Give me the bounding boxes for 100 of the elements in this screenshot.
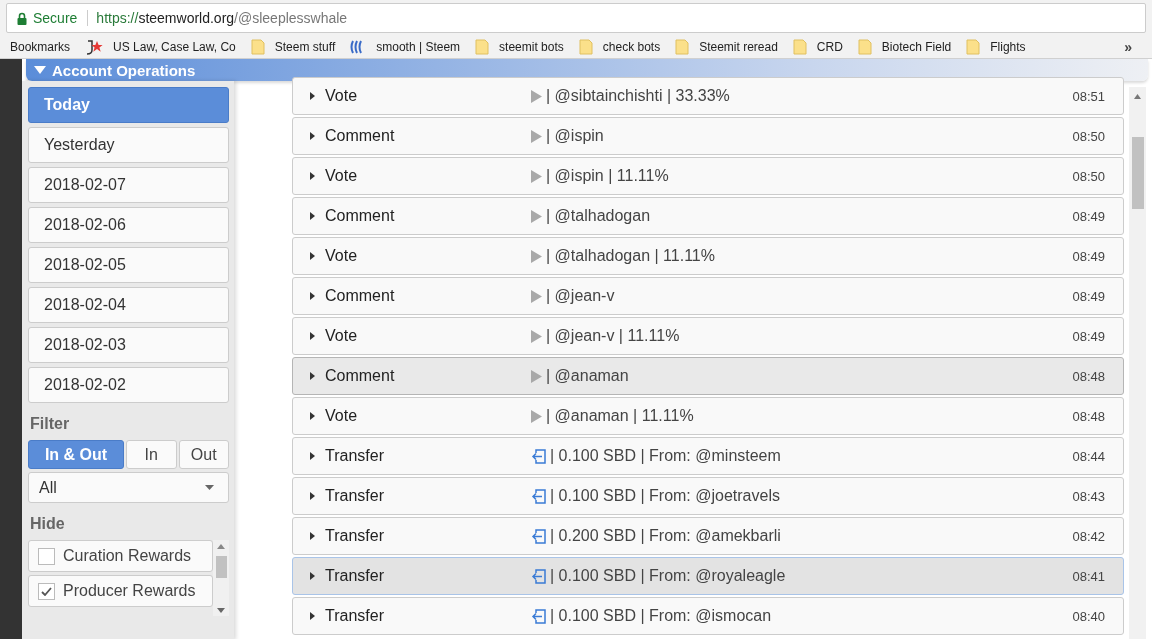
operation-detail: | 0.100 SBD | From: @royaleagle bbox=[550, 567, 786, 585]
check-icon bbox=[41, 586, 52, 596]
expand-caret-icon bbox=[310, 172, 315, 180]
bookmark-link[interactable]: Biotech Field bbox=[881, 40, 952, 54]
folder-icon bbox=[475, 39, 490, 55]
checkbox[interactable] bbox=[38, 547, 55, 565]
operation-time: 08:41 bbox=[1072, 568, 1106, 584]
operation-row[interactable]: Vote | @anaman | 11.11% 08:48 bbox=[292, 397, 1124, 435]
bookmark-link[interactable]: steemit bots bbox=[499, 40, 564, 54]
operation-row[interactable]: Comment | @talhadogan 08:49 bbox=[292, 197, 1124, 235]
operation-type: Vote bbox=[325, 407, 359, 425]
folder-icon bbox=[857, 39, 872, 55]
play-icon bbox=[531, 289, 542, 303]
expand-caret-icon bbox=[310, 372, 315, 380]
operation-time: 08:49 bbox=[1072, 328, 1106, 344]
incoming-arrow-icon bbox=[531, 488, 546, 504]
checkbox[interactable] bbox=[38, 582, 55, 600]
operation-time: 08:44 bbox=[1072, 448, 1106, 464]
expand-caret-icon bbox=[310, 492, 315, 500]
bookmark-link[interactable]: Steemit reread bbox=[699, 40, 778, 54]
filter-button[interactable]: Out bbox=[178, 440, 229, 469]
play-icon bbox=[531, 129, 542, 143]
operation-type: Transfer bbox=[325, 607, 385, 625]
filter-dropdown[interactable]: All bbox=[28, 472, 229, 503]
bookmark-link[interactable]: Bookmarks bbox=[10, 40, 71, 54]
date-tab[interactable]: 2018-02-07 bbox=[28, 167, 229, 203]
operation-type: Comment bbox=[325, 127, 396, 145]
expand-caret-icon bbox=[310, 92, 315, 100]
date-tab[interactable]: 2018-02-04 bbox=[28, 287, 229, 323]
date-tab[interactable]: 2018-02-03 bbox=[28, 327, 229, 363]
bookmark-link[interactable]: CRD bbox=[816, 40, 843, 54]
operation-detail: | 0.100 SBD | From: @joetravels bbox=[550, 487, 780, 505]
operation-row[interactable]: Vote | @sibtainchishti | 33.33% 08:51 bbox=[292, 77, 1124, 115]
play-icon bbox=[531, 369, 542, 383]
filter-label: Filter bbox=[30, 415, 71, 433]
operation-time: 08:42 bbox=[1072, 528, 1106, 544]
bookmark-link[interactable]: Steem stuff bbox=[274, 40, 336, 54]
expand-caret-icon bbox=[310, 292, 315, 300]
operation-type: Comment bbox=[325, 367, 396, 385]
expand-caret-icon bbox=[310, 212, 315, 220]
operation-time: 08:49 bbox=[1072, 248, 1106, 264]
incoming-arrow-icon bbox=[531, 528, 546, 544]
operation-detail: | @sibtainchishti | 33.33% bbox=[546, 87, 730, 105]
operation-row[interactable]: Comment | @jean-v 08:49 bbox=[292, 277, 1124, 315]
incoming-arrow-icon bbox=[531, 568, 546, 584]
expand-caret-icon bbox=[310, 252, 315, 260]
operation-detail: | @ispin bbox=[546, 127, 604, 145]
lock-icon bbox=[17, 11, 27, 25]
folder-icon bbox=[792, 39, 807, 55]
operation-row[interactable]: Comment | @anaman 08:48 bbox=[292, 357, 1124, 395]
collapse-icon bbox=[34, 66, 46, 74]
expand-caret-icon bbox=[310, 532, 315, 540]
operation-row[interactable]: Vote | @ispin | 11.11% 08:50 bbox=[292, 157, 1124, 195]
date-tab[interactable]: 2018-02-05 bbox=[28, 247, 229, 283]
operation-row[interactable]: Vote | @talhadogan | 11.11% 08:49 bbox=[292, 237, 1124, 275]
operation-row[interactable]: Transfer | 0.200 SBD | From: @amekbarli 08:42 bbox=[292, 517, 1124, 555]
scrollbar[interactable] bbox=[213, 540, 229, 616]
url-field[interactable]: https://steemworld.org/@sleeplesswhale bbox=[88, 10, 348, 26]
operation-row[interactable]: Transfer | 0.100 SBD | From: @ismocan 08:40 bbox=[292, 597, 1124, 635]
operation-type: Vote bbox=[325, 327, 359, 345]
play-icon bbox=[531, 409, 542, 423]
caret-icon bbox=[205, 485, 214, 490]
date-tab[interactable]: 2018-02-02 bbox=[28, 367, 229, 403]
date-tab[interactable]: Yesterday bbox=[28, 127, 229, 163]
bookmark-link[interactable]: US Law, Case Law, Co bbox=[113, 40, 236, 54]
operation-detail: | @jean-v | 11.11% bbox=[546, 327, 680, 345]
more-bookmarks-button[interactable]: » bbox=[1124, 39, 1132, 55]
operation-row[interactable]: Comment | @ispin 08:50 bbox=[292, 117, 1124, 155]
scrollbar[interactable] bbox=[1129, 87, 1146, 639]
operation-detail: | @talhadogan | 11.11% bbox=[546, 247, 715, 265]
folder-icon bbox=[675, 39, 690, 55]
bookmark-link[interactable]: Flights bbox=[990, 40, 1026, 54]
play-icon bbox=[531, 169, 542, 183]
operation-row[interactable]: Vote | @jean-v | 11.11% 08:49 bbox=[292, 317, 1124, 355]
operation-row[interactable]: Transfer | 0.100 SBD | From: @minsteem 08:44 bbox=[292, 437, 1124, 475]
hide-option[interactable]: Producer Rewards bbox=[28, 575, 213, 607]
operation-detail: | @anaman bbox=[546, 367, 629, 385]
operation-row[interactable]: Transfer | 0.100 SBD | From: @joetravels 08:43 bbox=[292, 477, 1124, 515]
operation-type: Transfer bbox=[325, 527, 385, 545]
operation-type: Transfer bbox=[325, 567, 385, 585]
bookmark-link[interactable]: smooth | Steem bbox=[376, 40, 461, 54]
operation-detail: | @ispin | 11.11% bbox=[546, 167, 669, 185]
operation-type: Transfer bbox=[325, 447, 385, 465]
folder-icon bbox=[578, 39, 593, 55]
filter-button[interactable]: In bbox=[126, 440, 177, 469]
operation-time: 08:40 bbox=[1072, 608, 1106, 624]
operation-type: Comment bbox=[325, 207, 396, 225]
operation-detail: | 0.100 SBD | From: @minsteem bbox=[550, 447, 781, 465]
date-tab[interactable]: 2018-02-06 bbox=[28, 207, 229, 243]
operation-detail: | @jean-v bbox=[546, 287, 615, 305]
bookmark-link[interactable]: check bots bbox=[602, 40, 661, 54]
operation-time: 08:49 bbox=[1072, 288, 1106, 304]
hide-option[interactable]: Curation Rewards bbox=[28, 540, 213, 572]
play-icon bbox=[531, 209, 542, 223]
operation-detail: | 0.200 SBD | From: @amekbarli bbox=[550, 527, 781, 545]
operation-row[interactable]: Transfer | 0.100 SBD | From: @royaleagle 08:41 bbox=[292, 557, 1124, 595]
operation-type: Comment bbox=[325, 287, 396, 305]
operation-time: 08:48 bbox=[1072, 408, 1106, 424]
folder-icon bbox=[966, 39, 981, 55]
operation-detail: | @anaman | 11.11% bbox=[546, 407, 694, 425]
